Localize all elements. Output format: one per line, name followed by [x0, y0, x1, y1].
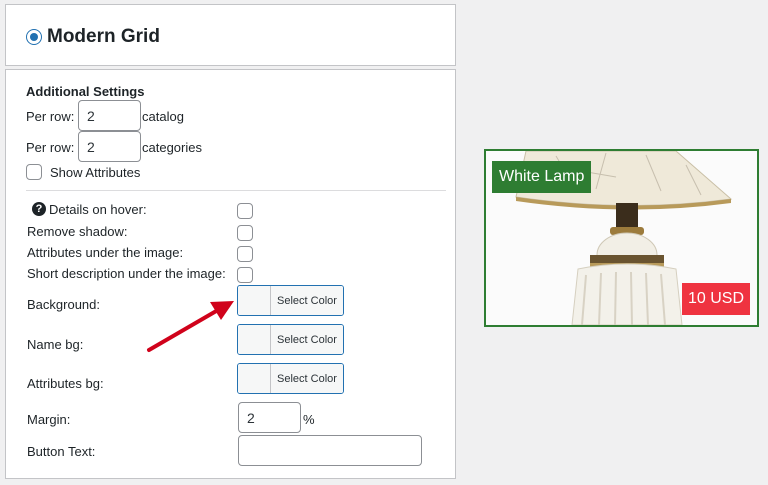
modern-grid-radio[interactable] [26, 29, 42, 45]
details-on-hover-label: Details on hover: [49, 202, 147, 217]
attributes-under-image-checkbox[interactable] [237, 246, 253, 262]
additional-settings-panel: Additional Settings Per row: catalog Per… [5, 69, 456, 479]
background-color-picker[interactable]: Select Color [237, 285, 344, 316]
background-label: Background: [27, 297, 100, 312]
name-bg-label: Name bg: [27, 337, 84, 352]
remove-shadow-label: Remove shadow: [27, 224, 128, 239]
remove-shadow-checkbox[interactable] [237, 225, 253, 241]
background-select-color-label: Select Color [271, 286, 343, 315]
button-text-input[interactable] [238, 435, 422, 466]
layout-option-panel: Modern Grid [5, 4, 456, 66]
show-attributes-label: Show Attributes [50, 165, 141, 180]
per-row-categories-input[interactable] [78, 131, 141, 162]
per-row-catalog-suffix: catalog [142, 109, 184, 124]
attributes-bg-label: Attributes bg: [27, 376, 104, 391]
attributes-bg-color-picker[interactable]: Select Color [237, 363, 344, 394]
details-on-hover-checkbox[interactable] [237, 203, 253, 219]
product-price-badge: 10 USD [681, 283, 750, 315]
margin-unit: % [303, 412, 315, 427]
settings-divider [26, 190, 446, 191]
margin-label: Margin: [27, 412, 71, 427]
short-description-checkbox[interactable] [237, 267, 253, 283]
name-bg-color-swatch [238, 325, 271, 354]
per-row-categories-label: Per row: [26, 140, 75, 155]
margin-input[interactable] [238, 402, 301, 433]
background-color-swatch [238, 286, 271, 315]
name-bg-select-color-label: Select Color [271, 325, 343, 354]
per-row-catalog-label: Per row: [26, 109, 75, 124]
layout-title: Modern Grid [47, 26, 160, 47]
settings-heading: Additional Settings [26, 84, 145, 99]
short-description-label: Short description under the image: [27, 266, 226, 281]
annotation-arrow-icon [147, 301, 234, 352]
help-icon[interactable]: ? [32, 202, 46, 216]
attributes-bg-select-color-label: Select Color [271, 364, 343, 393]
product-preview-card[interactable]: White Lamp 10 USD [484, 149, 759, 327]
button-text-label: Button Text: [27, 444, 96, 459]
product-name-badge: White Lamp [492, 161, 592, 193]
per-row-categories-suffix: categories [142, 140, 202, 155]
attributes-under-image-label: Attributes under the image: [27, 245, 184, 260]
per-row-catalog-input[interactable] [78, 100, 141, 131]
name-bg-color-picker[interactable]: Select Color [237, 324, 344, 355]
attributes-bg-color-swatch [238, 364, 271, 393]
show-attributes-checkbox[interactable] [26, 164, 42, 180]
